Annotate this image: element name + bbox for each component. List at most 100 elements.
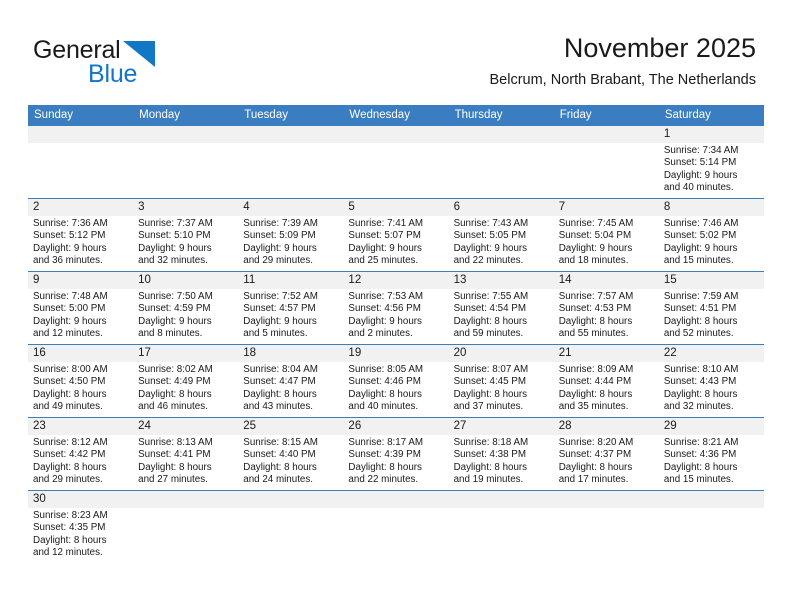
calendar-day-cell[interactable]: 7 Sunrise: 7:45 AM Sunset: 5:04 PM Daylight… [554, 199, 659, 271]
day-detail-line: Daylight: 8 hours [663, 315, 738, 327]
calendar-day-cell[interactable]: 2 Sunrise: 7:36 AM Sunset: 5:12 PM Daylight… [28, 199, 133, 271]
day-number [348, 491, 443, 508]
calendar-day-cell[interactable]: 25 Sunrise: 8:15 AM Sunset: 4:40 PM Dayligh… [238, 418, 343, 490]
day-detail-line: Sunset: 4:35 PM [33, 522, 106, 534]
day-detail-line: Sunset: 5:05 PM [453, 230, 526, 242]
day-details: Sunrise: 7:48 AM Sunset: 5:00 PM Daylight:… [33, 291, 128, 341]
day-details: Sunrise: 7:59 AM Sunset: 4:51 PM Daylight:… [664, 291, 759, 341]
day-number: 14 [558, 274, 572, 286]
day-detail-line: Sunrise: 8:23 AM [33, 510, 108, 521]
day-number: 22 [663, 347, 677, 359]
day-number: 1 [663, 128, 671, 140]
day-number: 8 [663, 201, 671, 213]
day-number: 6 [453, 201, 460, 213]
calendar-day-cell[interactable]: 16 Sunrise: 8:00 AM Sunset: 4:50 PM Dayligh… [28, 345, 133, 417]
calendar-day-cell[interactable]: 8 Sunrise: 7:46 AM Sunset: 5:02 PM Daylight… [659, 199, 764, 271]
calendar-day-cell[interactable]: 19 Sunrise: 8:05 AM Sunset: 4:46 PM Dayligh… [343, 345, 448, 417]
calendar-day-cell[interactable]: 24 Sunrise: 8:13 AM Sunset: 4:41 PM Dayligh… [133, 418, 238, 490]
page-header: General Blue November 2025 Belcrum, Nort… [0, 0, 792, 104]
day-detail-line: Sunrise: 7:55 AM [453, 291, 529, 302]
day-number [243, 126, 338, 143]
calendar-day-cell[interactable]: 18 Sunrise: 8:04 AM Sunset: 4:47 PM Dayligh… [238, 345, 343, 417]
day-number: 5 [348, 201, 355, 213]
day-detail-line: and 36 minutes. [33, 255, 103, 267]
day-number: 21 [558, 347, 572, 359]
day-number: 15 [663, 274, 677, 286]
day-detail-line: Sunrise: 8:20 AM [558, 437, 634, 448]
calendar-day-cell[interactable]: 26 Sunrise: 8:17 AM Sunset: 4:39 PM Dayligh… [343, 418, 448, 490]
day-detail-line: Sunrise: 7:36 AM [33, 218, 108, 229]
day-detail-line: Sunrise: 8:15 AM [243, 437, 318, 448]
calendar-day-cell[interactable]: 14 Sunrise: 7:57 AM Sunset: 4:53 PM Dayligh… [554, 272, 659, 344]
weekday-header-sunday: Sunday [34, 109, 74, 121]
calendar-day-cell[interactable]: 13 Sunrise: 7:55 AM Sunset: 4:54 PM Dayligh… [449, 272, 554, 344]
calendar-week-row: 30 Sunrise: 8:23 AM Sunset: 4:35 PM Dayligh… [28, 490, 764, 563]
day-number [664, 491, 759, 508]
day-number: 13 [453, 274, 467, 286]
day-details: Sunrise: 7:41 AM Sunset: 5:07 PM Daylight:… [348, 218, 443, 268]
day-detail-line: and 5 minutes. [243, 328, 308, 340]
day-details: Sunrise: 8:20 AM Sunset: 4:37 PM Daylight:… [559, 437, 654, 487]
day-detail-line: and 29 minutes. [243, 255, 313, 267]
day-number [348, 126, 443, 143]
day-detail-line: Sunset: 4:39 PM [348, 449, 421, 461]
calendar-day-cell[interactable]: 21 Sunrise: 8:09 AM Sunset: 4:44 PM Dayligh… [554, 345, 659, 417]
day-detail-line: Sunset: 4:54 PM [453, 303, 526, 315]
calendar-day-cell[interactable]: 20 Sunrise: 8:07 AM Sunset: 4:45 PM Dayligh… [449, 345, 554, 417]
day-detail-line: Sunset: 4:59 PM [138, 303, 211, 315]
day-detail-line: Sunrise: 7:43 AM [453, 218, 529, 229]
day-details: Sunrise: 8:21 AM Sunset: 4:36 PM Daylight:… [664, 437, 759, 487]
calendar-day-cell[interactable]: 10 Sunrise: 7:50 AM Sunset: 4:59 PM Dayligh… [133, 272, 238, 344]
day-detail-line: and 37 minutes. [453, 401, 524, 413]
calendar-grid: Sunday Monday Tuesday Wednesday Thursday Frid… [28, 105, 764, 563]
calendar-day-cell[interactable]: 6 Sunrise: 7:43 AM Sunset: 5:05 PM Daylight… [449, 199, 554, 271]
day-number: 29 [663, 420, 677, 432]
day-details: Sunrise: 8:13 AM Sunset: 4:41 PM Daylight:… [138, 437, 233, 487]
day-details: Sunrise: 7:52 AM Sunset: 4:57 PM Daylight:… [243, 291, 338, 341]
calendar-day-cell[interactable]: 4 Sunrise: 7:39 AM Sunset: 5:09 PM Daylight… [238, 199, 343, 271]
calendar-day-cell[interactable]: 15 Sunrise: 7:59 AM Sunset: 4:51 PM Dayligh… [659, 272, 764, 344]
calendar-empty-cell [554, 491, 659, 563]
day-details: Sunrise: 7:50 AM Sunset: 4:59 PM Daylight:… [138, 291, 233, 341]
day-detail-line: Sunrise: 7:34 AM [663, 145, 739, 156]
weekday-header-friday: Friday [559, 109, 592, 121]
day-detail-line: and 43 minutes. [243, 401, 313, 413]
calendar-day-cell[interactable]: 30 Sunrise: 8:23 AM Sunset: 4:35 PM Dayligh… [28, 491, 133, 563]
day-detail-line: Sunset: 4:46 PM [348, 376, 421, 388]
day-detail-line: Sunrise: 8:07 AM [453, 364, 529, 375]
day-detail-line: Sunset: 4:40 PM [243, 449, 316, 461]
day-details: Sunrise: 7:34 AM Sunset: 5:14 PM Daylight:… [664, 145, 759, 195]
calendar-day-cell[interactable]: 28 Sunrise: 8:20 AM Sunset: 4:37 PM Dayligh… [554, 418, 659, 490]
calendar-day-cell[interactable]: 1 Sunrise: 7:34 AM Sunset: 5:14 PM Daylight… [659, 126, 764, 198]
day-detail-line: Daylight: 9 hours [663, 169, 738, 181]
calendar-day-cell[interactable]: 27 Sunrise: 8:18 AM Sunset: 4:38 PM Dayligh… [449, 418, 554, 490]
day-details: Sunrise: 7:37 AM Sunset: 5:10 PM Daylight:… [138, 218, 233, 268]
day-details: Sunrise: 8:09 AM Sunset: 4:44 PM Daylight:… [559, 364, 654, 414]
day-detail-line: and 18 minutes. [558, 255, 629, 267]
day-detail-line: Daylight: 8 hours [663, 388, 738, 400]
day-detail-line: Sunrise: 7:45 AM [558, 218, 634, 229]
calendar-empty-cell [28, 126, 133, 198]
calendar-day-cell[interactable]: 12 Sunrise: 7:53 AM Sunset: 4:56 PM Dayligh… [343, 272, 448, 344]
day-number: 25 [243, 420, 257, 432]
day-number: 2 [33, 201, 40, 213]
calendar-day-cell[interactable]: 11 Sunrise: 7:52 AM Sunset: 4:57 PM Dayligh… [238, 272, 343, 344]
page-title: November 2025 [563, 33, 756, 63]
calendar-day-cell[interactable]: 3 Sunrise: 7:37 AM Sunset: 5:10 PM Daylight… [133, 199, 238, 271]
day-detail-line: Daylight: 8 hours [33, 534, 107, 546]
calendar-day-cell[interactable]: 29 Sunrise: 8:21 AM Sunset: 4:36 PM Dayligh… [659, 418, 764, 490]
calendar-empty-cell [343, 126, 448, 198]
calendar-day-cell[interactable]: 22 Sunrise: 8:10 AM Sunset: 4:43 PM Dayligh… [659, 345, 764, 417]
day-number [454, 126, 549, 143]
day-number: 16 [33, 347, 46, 359]
day-number: 11 [243, 274, 256, 286]
calendar-day-cell[interactable]: 17 Sunrise: 8:02 AM Sunset: 4:49 PM Dayligh… [133, 345, 238, 417]
calendar-day-cell[interactable]: 9 Sunrise: 7:48 AM Sunset: 5:00 PM Daylight… [28, 272, 133, 344]
calendar-day-cell[interactable]: 23 Sunrise: 8:12 AM Sunset: 4:42 PM Dayligh… [28, 418, 133, 490]
day-detail-line: Sunrise: 8:21 AM [663, 437, 739, 448]
weekday-header-row: Sunday Monday Tuesday Wednesday Thursday Frid… [28, 105, 764, 126]
day-number: 26 [348, 420, 362, 432]
calendar-day-cell[interactable]: 5 Sunrise: 7:41 AM Sunset: 5:07 PM Daylight… [343, 199, 448, 271]
day-details: Sunrise: 8:10 AM Sunset: 4:43 PM Daylight:… [664, 364, 759, 414]
day-detail-line: Sunset: 4:49 PM [138, 376, 211, 388]
